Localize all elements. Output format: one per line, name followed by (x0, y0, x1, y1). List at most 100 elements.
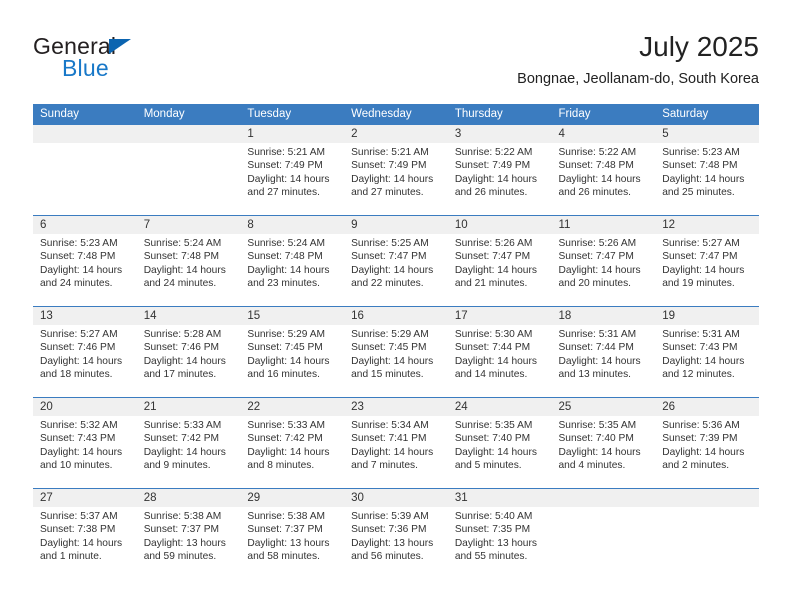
calendar-day-cell[interactable]: 21 Sunrise: 5:33 AM Sunset: 7:42 PM Dayligh… (136, 397, 241, 489)
calendar-day-cell[interactable]: 13 Sunrise: 5:27 AM Sunset: 7:46 PM Dayligh… (33, 306, 137, 398)
daylight-text-line2: and 4 minutes. (558, 460, 626, 472)
calendar-day-cell[interactable]: 27 Sunrise: 5:37 AM Sunset: 7:38 PM Dayligh… (33, 488, 137, 579)
day-number: 7 (136, 216, 241, 234)
calendar-day-cell[interactable]: 29 Sunrise: 5:38 AM Sunset: 7:37 PM Dayligh… (240, 488, 345, 579)
calendar-day-cell[interactable]: 24 Sunrise: 5:35 AM Sunset: 7:40 PM Dayligh… (447, 397, 552, 489)
calendar-day-cell[interactable]: 25 Sunrise: 5:35 AM Sunset: 7:40 PM Dayligh… (551, 397, 656, 489)
calendar-day-cell[interactable]: 26 Sunrise: 5:36 AM Sunset: 7:39 PM Dayligh… (655, 397, 759, 489)
day-cell-inner: 31 Sunrise: 5:40 AM Sunset: 7:35 PM Dayligh… (447, 489, 552, 579)
calendar-day-cell[interactable]: 10 Sunrise: 5:26 AM Sunset: 7:47 PM Dayligh… (447, 215, 552, 307)
daylight-text-line2: and 20 minutes. (558, 278, 632, 290)
day-detail-lines (137, 143, 241, 146)
daylight-text-line1: Daylight: 14 hours (247, 264, 330, 276)
calendar-day-cell[interactable]: 22 Sunrise: 5:33 AM Sunset: 7:42 PM Dayligh… (240, 397, 345, 489)
sunrise-text: Sunrise: 5:21 AM (351, 147, 429, 158)
calendar-empty-cell (655, 488, 759, 579)
daylight-text-line2: and 12 minutes. (662, 369, 735, 381)
day-cell-inner: 14 Sunrise: 5:28 AM Sunset: 7:46 PM Dayligh… (136, 307, 241, 397)
sunset-text: Sunset: 7:47 PM (454, 251, 531, 263)
calendar-day-cell[interactable]: 5 Sunrise: 5:23 AM Sunset: 7:48 PM Daylight… (655, 125, 759, 216)
calendar-day-cell[interactable]: 2 Sunrise: 5:21 AM Sunset: 7:49 PM Daylight… (344, 125, 448, 216)
day-cell-inner: 4 Sunrise: 5:22 AM Sunset: 7:48 PM Daylight… (551, 125, 656, 215)
day-number (655, 489, 759, 507)
calendar-day-cell[interactable]: 14 Sunrise: 5:28 AM Sunset: 7:46 PM Dayligh… (136, 306, 241, 398)
daylight-text-line2: and 55 minutes. (454, 551, 528, 563)
day-detail-lines: Sunrise: 5:32 AM Sunset: 7:43 PM Daylight:… (33, 416, 137, 473)
sunset-text: Sunset: 7:47 PM (351, 251, 427, 263)
sunset-text: Sunset: 7:47 PM (558, 251, 634, 263)
calendar-empty-cell (136, 125, 241, 216)
daylight-text-line2: and 13 minutes. (558, 369, 632, 381)
daylight-text-line1: Daylight: 13 hours (351, 537, 434, 549)
daylight-text-line1: Daylight: 14 hours (558, 173, 641, 185)
daylight-text-line1: Daylight: 13 hours (247, 537, 330, 549)
general-blue-logo[interactable]: General Blue (33, 33, 223, 85)
sunset-text: Sunset: 7:49 PM (351, 160, 427, 172)
calendar-week-row: 1 Sunrise: 5:21 AM Sunset: 7:49 PM Daylight… (33, 125, 759, 216)
calendar-page: General Blue July 2025 Bongnae, Jeollana… (0, 0, 792, 612)
calendar-day-cell[interactable]: 7 Sunrise: 5:24 AM Sunset: 7:48 PM Daylight… (136, 215, 241, 307)
calendar-day-cell[interactable]: 3 Sunrise: 5:22 AM Sunset: 7:49 PM Daylight… (447, 125, 552, 216)
day-detail-lines: Sunrise: 5:36 AM Sunset: 7:39 PM Daylight:… (655, 416, 759, 473)
day-cell-inner: 20 Sunrise: 5:32 AM Sunset: 7:43 PM Dayligh… (33, 398, 137, 488)
calendar-body: 1 Sunrise: 5:21 AM Sunset: 7:49 PM Daylight… (33, 125, 759, 579)
day-cell-inner: 9 Sunrise: 5:25 AM Sunset: 7:47 PM Daylight… (344, 216, 448, 306)
sunset-text: Sunset: 7:42 PM (247, 433, 323, 445)
calendar-week-row: 20 Sunrise: 5:32 AM Sunset: 7:43 PM Dayligh… (33, 397, 759, 489)
calendar-day-cell[interactable]: 8 Sunrise: 5:24 AM Sunset: 7:48 PM Daylight… (240, 215, 345, 307)
sunrise-text: Sunrise: 5:24 AM (247, 238, 325, 249)
calendar-day-cell[interactable]: 4 Sunrise: 5:22 AM Sunset: 7:48 PM Daylight… (551, 125, 656, 216)
sunset-text: Sunset: 7:45 PM (247, 342, 323, 354)
sunrise-text: Sunrise: 5:28 AM (143, 329, 222, 340)
day-detail-lines: Sunrise: 5:31 AM Sunset: 7:43 PM Daylight:… (655, 325, 759, 382)
calendar-day-cell[interactable]: 20 Sunrise: 5:32 AM Sunset: 7:43 PM Dayligh… (33, 397, 137, 489)
calendar-day-cell[interactable]: 11 Sunrise: 5:26 AM Sunset: 7:47 PM Dayligh… (551, 215, 656, 307)
daylight-text-line1: Daylight: 14 hours (662, 264, 745, 276)
day-cell-inner: 23 Sunrise: 5:34 AM Sunset: 7:41 PM Dayligh… (344, 398, 448, 488)
day-cell-inner: 30 Sunrise: 5:39 AM Sunset: 7:36 PM Dayligh… (344, 489, 448, 579)
calendar-day-cell[interactable]: 16 Sunrise: 5:29 AM Sunset: 7:45 PM Dayligh… (344, 306, 448, 398)
calendar-day-cell[interactable]: 12 Sunrise: 5:27 AM Sunset: 7:47 PM Dayligh… (655, 215, 759, 307)
daylight-text-line2: and 10 minutes. (40, 460, 113, 472)
day-cell-inner: 21 Sunrise: 5:33 AM Sunset: 7:42 PM Dayligh… (136, 398, 241, 488)
sunset-text: Sunset: 7:49 PM (454, 160, 531, 172)
calendar-day-cell[interactable]: 28 Sunrise: 5:38 AM Sunset: 7:37 PM Dayligh… (136, 488, 241, 579)
day-detail-lines: Sunrise: 5:26 AM Sunset: 7:47 PM Daylight:… (448, 234, 552, 291)
day-cell-inner: 17 Sunrise: 5:30 AM Sunset: 7:44 PM Dayligh… (447, 307, 552, 397)
day-detail-lines: Sunrise: 5:38 AM Sunset: 7:37 PM Daylight:… (240, 507, 344, 564)
calendar-day-cell[interactable]: 31 Sunrise: 5:40 AM Sunset: 7:35 PM Dayligh… (447, 488, 552, 579)
day-cell-inner: 19 Sunrise: 5:31 AM Sunset: 7:43 PM Dayligh… (655, 307, 759, 397)
calendar-day-cell[interactable]: 1 Sunrise: 5:21 AM Sunset: 7:49 PM Daylight… (240, 125, 345, 216)
sunset-text: Sunset: 7:46 PM (143, 342, 220, 354)
daylight-text-line2: and 16 minutes. (247, 369, 320, 381)
day-detail-lines: Sunrise: 5:33 AM Sunset: 7:42 PM Daylight:… (137, 416, 241, 473)
daylight-text-line1: Daylight: 14 hours (454, 355, 537, 367)
sunrise-text: Sunrise: 5:23 AM (40, 238, 118, 249)
calendar-day-cell[interactable]: 19 Sunrise: 5:31 AM Sunset: 7:43 PM Dayligh… (655, 306, 759, 398)
day-cell-inner: 25 Sunrise: 5:35 AM Sunset: 7:40 PM Dayligh… (551, 398, 656, 488)
day-number: 15 (240, 307, 345, 325)
weekday-header-monday: Monday (136, 104, 241, 125)
calendar-day-cell[interactable]: 6 Sunrise: 5:23 AM Sunset: 7:48 PM Daylight… (33, 215, 137, 307)
sunrise-text: Sunrise: 5:35 AM (454, 420, 533, 431)
daylight-text-line2: and 1 minute. (40, 551, 102, 563)
day-detail-lines: Sunrise: 5:40 AM Sunset: 7:35 PM Daylight:… (448, 507, 552, 564)
daylight-text-line2: and 58 minutes. (247, 551, 320, 563)
sunset-text: Sunset: 7:48 PM (143, 251, 220, 263)
calendar-day-cell[interactable]: 23 Sunrise: 5:34 AM Sunset: 7:41 PM Dayligh… (344, 397, 448, 489)
day-cell-inner: 26 Sunrise: 5:36 AM Sunset: 7:39 PM Dayligh… (655, 398, 759, 488)
sunrise-text: Sunrise: 5:27 AM (662, 238, 740, 249)
calendar-day-cell[interactable]: 9 Sunrise: 5:25 AM Sunset: 7:47 PM Daylight… (344, 215, 448, 307)
sunrise-text: Sunrise: 5:33 AM (143, 420, 222, 431)
calendar-day-cell[interactable]: 30 Sunrise: 5:39 AM Sunset: 7:36 PM Dayligh… (344, 488, 448, 579)
day-cell-inner: 7 Sunrise: 5:24 AM Sunset: 7:48 PM Daylight… (136, 216, 241, 306)
calendar-day-cell[interactable]: 18 Sunrise: 5:31 AM Sunset: 7:44 PM Dayligh… (551, 306, 656, 398)
calendar-day-cell[interactable]: 15 Sunrise: 5:29 AM Sunset: 7:45 PM Dayligh… (240, 306, 345, 398)
daylight-text-line1: Daylight: 14 hours (40, 264, 123, 276)
calendar-day-cell[interactable]: 17 Sunrise: 5:30 AM Sunset: 7:44 PM Dayligh… (447, 306, 552, 398)
sunset-text: Sunset: 7:48 PM (662, 160, 738, 172)
daylight-text-line1: Daylight: 13 hours (143, 537, 226, 549)
day-detail-lines: Sunrise: 5:33 AM Sunset: 7:42 PM Daylight:… (240, 416, 344, 473)
sunset-text: Sunset: 7:48 PM (558, 160, 634, 172)
weekday-header-saturday: Saturday (655, 104, 759, 125)
